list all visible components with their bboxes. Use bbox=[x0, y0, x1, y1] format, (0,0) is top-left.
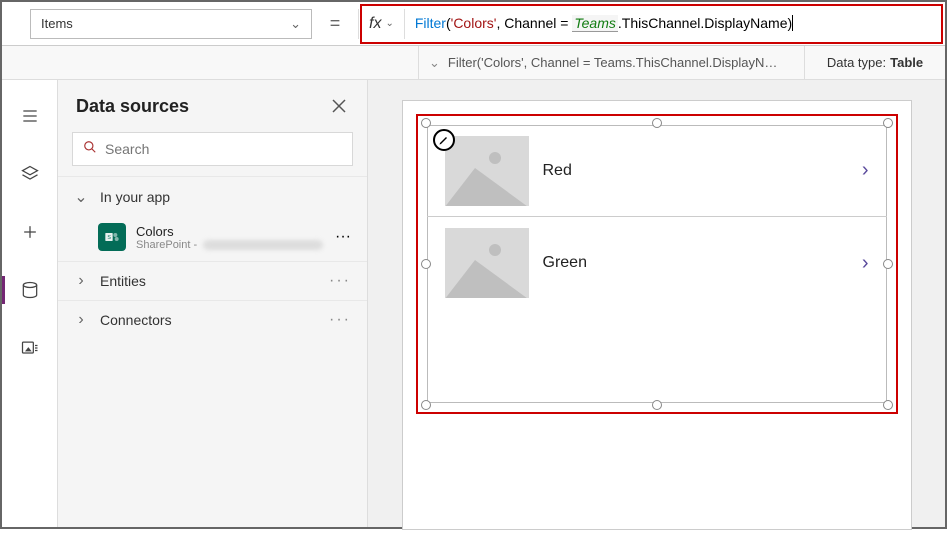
chevron-down-icon: ⌄ bbox=[429, 55, 440, 71]
chevron-right-icon: › bbox=[74, 272, 88, 290]
datasource-subtitle: SharePoint - bbox=[136, 239, 325, 251]
resize-handle[interactable] bbox=[421, 118, 431, 128]
data-type-cell: Data type: Table bbox=[805, 46, 945, 79]
section-connectors[interactable]: › Connectors ··· bbox=[58, 300, 367, 339]
resize-handle[interactable] bbox=[883, 118, 893, 128]
chevron-down-icon: ⌄ bbox=[290, 16, 301, 32]
search-input[interactable] bbox=[105, 141, 342, 157]
formula-teams-token: Teams bbox=[572, 15, 618, 32]
formula-editor-zone: fx ⌄ Filter('Colors', Channel = Teams.Th… bbox=[358, 2, 945, 46]
left-rail bbox=[2, 80, 58, 527]
edit-icon[interactable] bbox=[433, 129, 455, 151]
fx-label: fx bbox=[369, 15, 381, 33]
close-icon[interactable] bbox=[327, 94, 351, 118]
more-icon[interactable]: ··· bbox=[335, 228, 351, 246]
formula-result-text: Filter('Colors', Channel = Teams.ThisCha… bbox=[448, 55, 778, 70]
formula-result-cell[interactable]: ⌄ Filter('Colors', Channel = Teams.ThisC… bbox=[418, 46, 805, 79]
datasource-item[interactable]: S Colors SharePoint - ··· bbox=[58, 217, 367, 261]
sharepoint-icon: S bbox=[98, 223, 126, 251]
formula-input[interactable]: Filter('Colors', Channel = Teams.ThisCha… bbox=[405, 15, 793, 32]
resize-handle[interactable] bbox=[883, 400, 893, 410]
chevron-down-icon: ⌄ bbox=[74, 187, 88, 207]
gallery-item[interactable]: Green › bbox=[427, 217, 887, 309]
more-icon[interactable]: ··· bbox=[329, 272, 351, 290]
resize-handle[interactable] bbox=[421, 259, 431, 269]
canvas[interactable]: Red › Green › bbox=[368, 80, 945, 527]
chevron-right-icon[interactable]: › bbox=[862, 252, 869, 275]
property-dropdown[interactable]: Items ⌄ bbox=[30, 9, 312, 39]
chevron-down-icon: ⌄ bbox=[385, 18, 393, 29]
section-in-your-app[interactable]: ⌄ In your app bbox=[58, 176, 367, 217]
gallery: Red › Green › bbox=[427, 125, 887, 403]
more-icon[interactable]: ··· bbox=[329, 311, 351, 329]
search-box[interactable] bbox=[72, 132, 353, 166]
formula-function: Filter bbox=[415, 15, 446, 31]
canvas-screen[interactable]: Red › Green › bbox=[402, 100, 912, 530]
rail-insert-icon[interactable] bbox=[2, 216, 58, 248]
rail-layers-icon[interactable] bbox=[2, 158, 58, 190]
formula-bar: Items ⌄ = fx ⌄ Filter('Colors', Channel … bbox=[2, 2, 945, 46]
svg-text:S: S bbox=[107, 235, 111, 241]
resize-handle[interactable] bbox=[652, 400, 662, 410]
resize-handle[interactable] bbox=[421, 400, 431, 410]
gallery-item[interactable]: Red › bbox=[427, 125, 887, 217]
formula-result-bar: ⌄ Filter('Colors', Channel = Teams.ThisC… bbox=[2, 46, 945, 80]
rail-tree-view-icon[interactable] bbox=[2, 100, 58, 132]
property-dropdown-label: Items bbox=[41, 16, 73, 31]
panel-title: Data sources bbox=[76, 96, 189, 117]
image-placeholder-icon bbox=[445, 228, 529, 298]
chevron-right-icon[interactable]: › bbox=[862, 159, 869, 182]
image-placeholder-icon bbox=[445, 136, 529, 206]
resize-handle[interactable] bbox=[883, 259, 893, 269]
chevron-right-icon: › bbox=[74, 311, 88, 329]
section-entities[interactable]: › Entities ··· bbox=[58, 261, 367, 300]
gallery-item-title: Red bbox=[543, 162, 848, 180]
equals-sign: = bbox=[312, 13, 358, 34]
blurred-text bbox=[203, 240, 323, 250]
data-sources-panel: Data sources ⌄ In your app S bbox=[58, 80, 368, 527]
gallery-item-title: Green bbox=[543, 254, 848, 272]
formula-string: 'Colors' bbox=[451, 15, 497, 31]
rail-data-icon[interactable] bbox=[2, 274, 58, 306]
resize-handle[interactable] bbox=[652, 118, 662, 128]
fx-button[interactable]: fx ⌄ bbox=[358, 9, 405, 39]
rail-media-icon[interactable] bbox=[2, 332, 58, 364]
gallery-selection[interactable]: Red › Green › bbox=[421, 119, 893, 409]
datasource-name: Colors bbox=[136, 224, 325, 239]
search-icon bbox=[83, 140, 97, 159]
